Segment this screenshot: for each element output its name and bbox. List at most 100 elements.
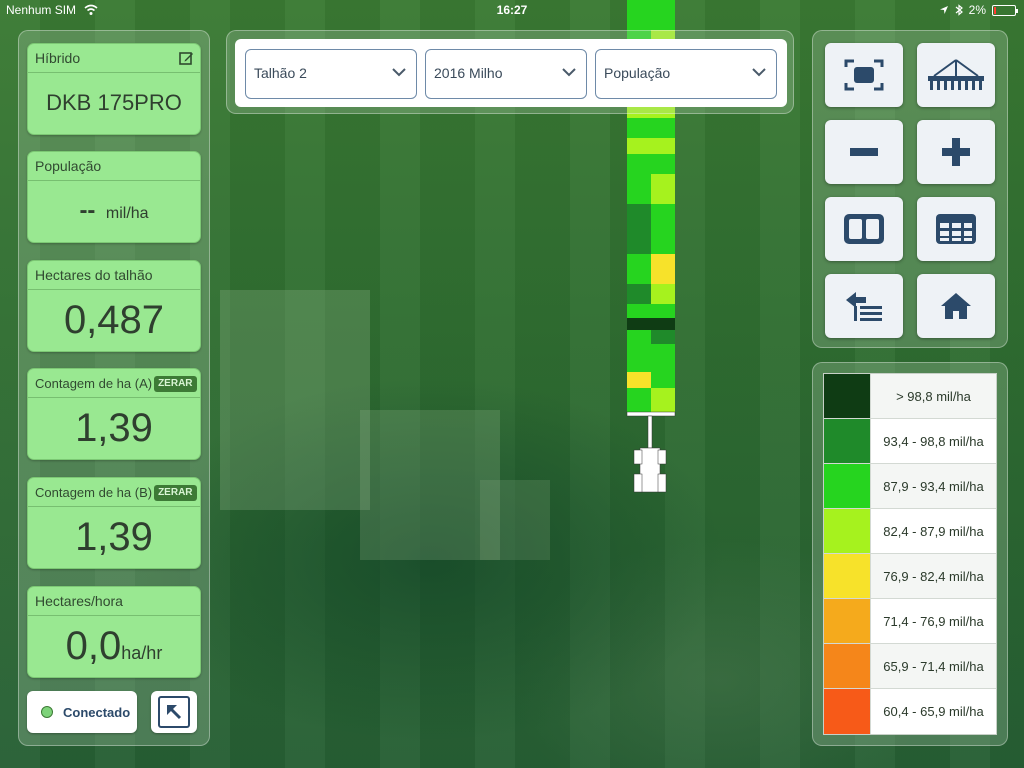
card-hybrid[interactable]: Híbrido DKB 175PRO [27, 43, 201, 135]
coverage-cell [627, 204, 651, 254]
legend-label: > 98,8 mil/ha [871, 374, 996, 418]
coverage-cell [627, 372, 651, 388]
minus-icon [850, 148, 878, 156]
arrow-up-left-icon [166, 704, 182, 720]
coverage-cell [651, 118, 675, 138]
reset-a-button[interactable]: ZERAR [154, 376, 197, 393]
coverage-cell [627, 284, 651, 304]
coverage-cell [627, 174, 651, 204]
card-unit: mil/ha [105, 205, 149, 222]
coverage-cell [627, 154, 651, 174]
status-bar: Nenhum SIM 16:27 2% [0, 0, 1024, 20]
legend-label: 87,9 - 93,4 mil/ha [871, 464, 996, 508]
card-title: Contagem de ha (A) ZERAR [28, 369, 200, 398]
legend-table: > 98,8 mil/ha 93,4 - 98,8 mil/ha 87,9 - … [823, 373, 997, 735]
coverage-cell [651, 204, 675, 254]
legend-label: 65,9 - 71,4 mil/ha [871, 644, 996, 688]
card-title-text: Híbrido [35, 50, 81, 66]
split-view-icon [844, 214, 884, 244]
legend-row: 65,9 - 71,4 mil/ha [824, 644, 996, 689]
status-right: 2% [939, 0, 1018, 20]
card-value: DKB 175PRO [46, 90, 182, 115]
legend-label: 76,9 - 82,4 mil/ha [871, 554, 996, 598]
zoom-out-button[interactable] [825, 120, 903, 184]
plus-icon [942, 138, 970, 166]
field-select-value: Talhão 2 [254, 65, 307, 81]
coverage-cell [627, 304, 651, 318]
legend-swatch [824, 599, 871, 643]
tools-panel [812, 30, 1008, 348]
legend-label: 82,4 - 87,9 mil/ha [871, 509, 996, 553]
legend-swatch [824, 374, 871, 418]
legend-label: 71,4 - 76,9 mil/ha [871, 599, 996, 643]
legend-swatch [824, 644, 871, 688]
coverage-cell [627, 118, 651, 138]
table-icon [936, 214, 976, 244]
coverage-cell [627, 330, 651, 344]
coverage-cell [651, 318, 675, 330]
connection-label: Conectado [63, 704, 131, 720]
card-value: 0,487 [63, 298, 165, 342]
field-patch [480, 480, 550, 560]
fit-screen-icon [844, 59, 884, 91]
back-list-button[interactable] [825, 274, 903, 338]
card-ha-count-a: Contagem de ha (A) ZERAR 1,39 [27, 368, 201, 460]
chevron-down-icon [392, 68, 406, 77]
table-view-button[interactable] [917, 197, 995, 261]
layer-select-value: População [604, 65, 671, 81]
card-title-text: Contagem de ha (A) [35, 376, 153, 391]
card-title: Hectares do talhão [28, 261, 200, 290]
legend-row: 87,9 - 93,4 mil/ha [824, 464, 996, 509]
field-select[interactable]: Talhão 2 [245, 49, 417, 99]
selector-bar: Talhão 2 2016 Milho População [226, 30, 794, 114]
fit-screen-button[interactable] [825, 43, 903, 107]
coverage-cell [651, 372, 675, 388]
card-value: -- [79, 197, 96, 224]
season-select[interactable]: 2016 Milho [425, 49, 587, 99]
chevron-down-icon [752, 68, 766, 77]
coverage-cell [627, 388, 651, 412]
legend-swatch [824, 464, 871, 508]
zoom-in-button[interactable] [917, 120, 995, 184]
coverage-cell [651, 174, 675, 204]
split-view-button[interactable] [825, 197, 903, 261]
card-value-wrap: -- mil/ha [28, 181, 200, 244]
legend-swatch [824, 419, 871, 463]
chevron-down-icon [562, 68, 576, 77]
clock: 16:27 [496, 3, 528, 17]
coverage-cell [627, 318, 651, 330]
coverage-cell [651, 138, 675, 154]
card-title: População [28, 152, 200, 181]
coverage-cell [627, 344, 651, 372]
battery-icon [992, 4, 1018, 16]
coverage-cell [651, 304, 675, 318]
connection-status-button[interactable]: Conectado [27, 691, 137, 733]
planter-icon [928, 59, 984, 90]
coverage-cell [651, 254, 675, 284]
edit-icon[interactable] [179, 51, 194, 66]
planter-button[interactable] [917, 43, 995, 107]
expand-button[interactable] [151, 691, 197, 733]
reset-b-button[interactable]: ZERAR [154, 485, 197, 502]
legend-label: 93,4 - 98,8 mil/ha [871, 419, 996, 463]
layer-select[interactable]: População [595, 49, 777, 99]
coverage-cell [651, 330, 675, 344]
season-select-value: 2016 Milho [434, 65, 503, 81]
card-value: 1,39 [75, 515, 153, 559]
legend-swatch [824, 554, 871, 598]
legend-row: 60,4 - 65,9 mil/ha [824, 689, 996, 734]
bluetooth-icon [955, 4, 963, 16]
card-title: Híbrido [28, 44, 200, 73]
legend-row: > 98,8 mil/ha [824, 374, 996, 419]
legend-row: 82,4 - 87,9 mil/ha [824, 509, 996, 554]
field-patch [220, 290, 370, 510]
legend-row: 71,4 - 76,9 mil/ha [824, 599, 996, 644]
tractor-icon [626, 411, 676, 493]
legend-label: 60,4 - 65,9 mil/ha [871, 689, 996, 734]
card-population: População -- mil/ha [27, 151, 201, 243]
card-ha-count-b: Contagem de ha (B) ZERAR 1,39 [27, 477, 201, 569]
legend-swatch [824, 509, 871, 553]
coverage-cell [651, 154, 675, 174]
coverage-cell [651, 284, 675, 304]
home-button[interactable] [917, 274, 995, 338]
